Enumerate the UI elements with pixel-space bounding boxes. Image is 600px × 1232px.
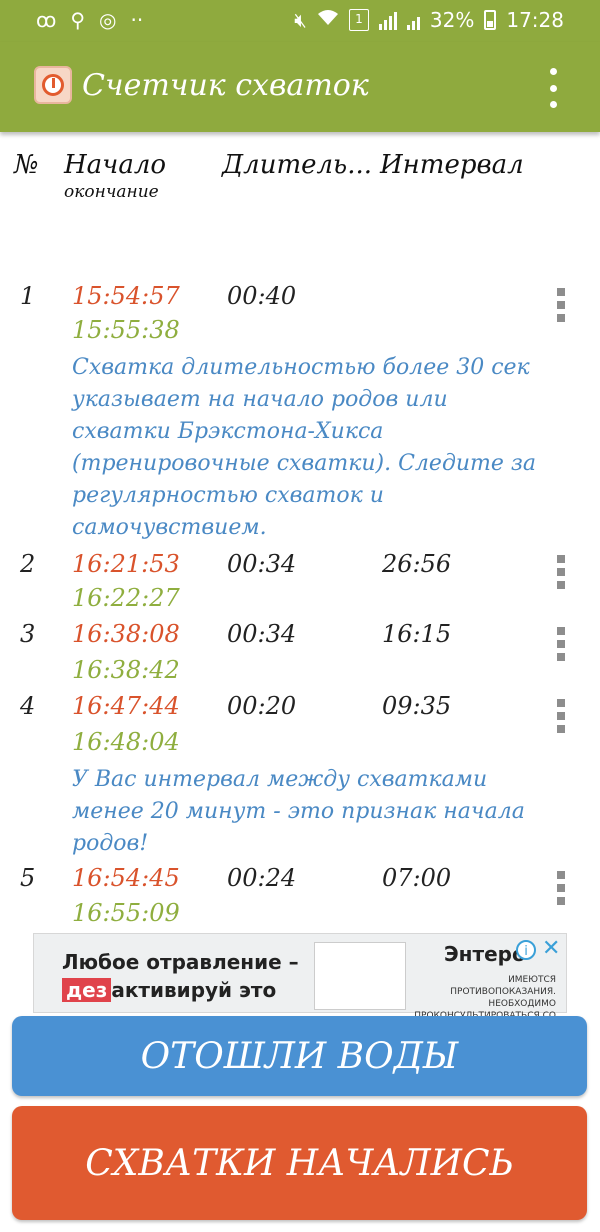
row-menu-icon[interactable]	[557, 288, 565, 322]
header-number: №	[14, 150, 39, 180]
ad-close-icon[interactable]: ✕	[542, 936, 560, 961]
row-end-time: 16:22:27	[72, 584, 180, 612]
row-duration: 00:20	[227, 692, 297, 720]
row-end-time: 16:48:04	[72, 728, 180, 756]
row-start-time: 16:54:45	[72, 864, 180, 892]
row-start-time: 16:38:08	[72, 620, 180, 648]
overflow-menu-icon[interactable]	[546, 68, 560, 108]
instagram-icon: ◎	[99, 8, 117, 32]
row-end-time: 15:55:38	[72, 316, 180, 344]
row-number: 5	[20, 864, 36, 892]
ad-banner[interactable]: Любое отравление – дез активируй это Энте…	[33, 933, 567, 1033]
row-menu-icon[interactable]	[557, 555, 565, 589]
row-start-time: 15:54:57	[72, 282, 180, 310]
row-number: 3	[20, 620, 36, 648]
ad-product-image	[314, 942, 406, 1010]
header-duration: Длитель...	[222, 150, 372, 180]
row-end-time: 16:38:42	[72, 656, 180, 684]
header-interval: Интервал	[380, 150, 524, 180]
ad-info-icon[interactable]: i	[516, 940, 536, 960]
row-number: 4	[20, 692, 36, 720]
row-menu-icon[interactable]	[557, 699, 565, 733]
row-number: 2	[20, 550, 36, 578]
waters-broke-button[interactable]: ОТОШЛИ ВОДЫ	[12, 1016, 587, 1096]
contractions-started-button[interactable]: СХВАТКИ НАЧАЛИСЬ	[12, 1106, 587, 1220]
system-icons: 🔇︎ 1 32% 17:28	[294, 8, 564, 32]
ad-brand: Энтеро	[444, 942, 526, 966]
row-interval: 26:56	[382, 550, 452, 578]
row-note: Схватка длительностью более 30 сек указы…	[72, 355, 537, 540]
ad-highlight: дез	[62, 978, 112, 1002]
clock: 17:28	[506, 8, 564, 32]
row-start-time: 16:21:53	[72, 550, 180, 578]
row-end-time: 16:55:09	[72, 899, 180, 927]
row-duration: 00:40	[227, 282, 297, 310]
row-duration: 00:24	[227, 864, 297, 892]
row-menu-icon[interactable]	[557, 627, 565, 661]
signal-icon	[378, 10, 397, 30]
notification-icons: ꝏ ⚲ ◎ ··	[36, 8, 143, 32]
header-end: окончание	[64, 182, 159, 202]
battery-percent: 32%	[429, 8, 475, 32]
wifi-icon	[317, 8, 339, 32]
row-note: У Вас интервал между схватками менее 20 …	[72, 767, 525, 856]
status-bar: ꝏ ⚲ ◎ ·· 🔇︎ 1 32% 17:28	[0, 0, 600, 42]
row-interval: 07:00	[382, 864, 452, 892]
row-duration: 00:34	[227, 550, 297, 578]
odnoklassniki-icon: ꝏ	[36, 8, 57, 32]
search-icon: ⚲	[70, 8, 86, 32]
row-duration: 00:34	[227, 620, 297, 648]
row-interval: 16:15	[382, 620, 452, 648]
signal-2-icon	[406, 10, 420, 30]
mute-icon: 🔇︎	[294, 8, 307, 32]
row-number: 1	[20, 282, 36, 310]
row-interval: 09:35	[382, 692, 452, 720]
row-menu-icon[interactable]	[557, 871, 565, 905]
ad-subline: дез активируй это	[62, 978, 276, 1002]
sim-icon: 1	[348, 9, 369, 31]
app-title: Счетчик схваток	[82, 68, 369, 103]
row-start-time: 16:47:44	[72, 692, 180, 720]
more-notifications-icon: ··	[130, 8, 144, 32]
stopwatch-icon	[34, 66, 72, 104]
ad-subline-rest: активируй это	[111, 978, 277, 1002]
battery-icon	[484, 10, 497, 30]
ad-headline: Любое отравление –	[62, 950, 299, 974]
header-start: Начало	[64, 150, 167, 180]
